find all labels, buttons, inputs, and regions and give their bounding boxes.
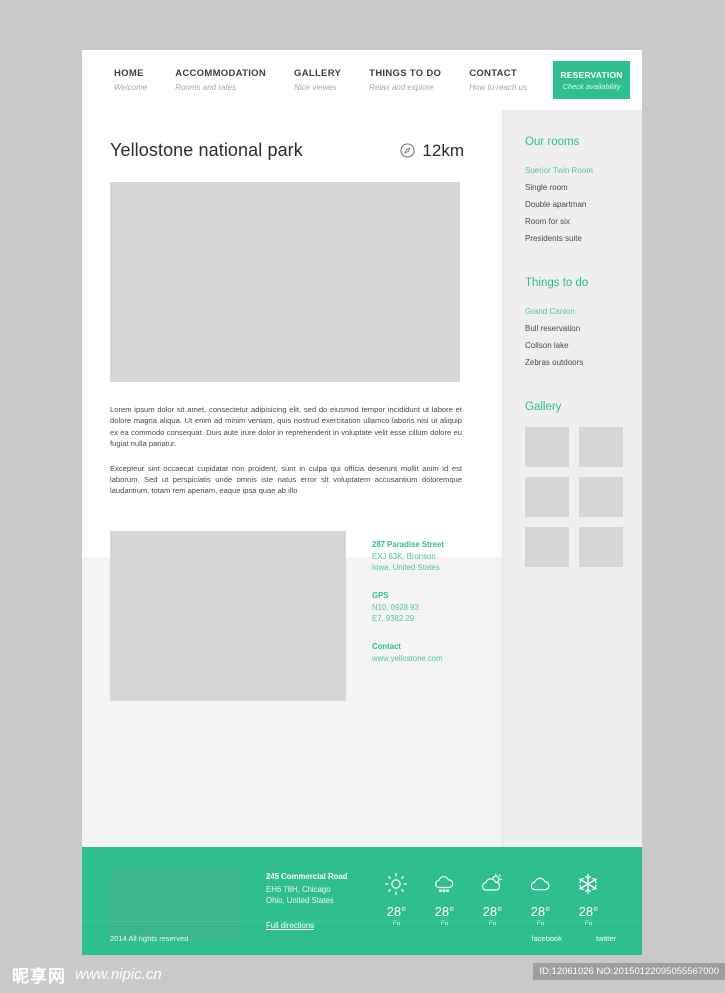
sidebar-things-list: Grand Canion Bull reservation Collson la… bbox=[525, 303, 642, 371]
sidebar-item-room-for-six[interactable]: Room for six bbox=[525, 213, 642, 230]
nav-item-subtitle: Relax and explore bbox=[369, 82, 434, 92]
nav-item-accommodation[interactable]: ACCOMMODATION Rooms and rates bbox=[161, 67, 280, 94]
nav-item-subtitle: Rooms and rates bbox=[175, 82, 237, 92]
sidebar-item-zebras-outdoors[interactable]: Zebras outdoors bbox=[525, 354, 642, 371]
sidebar-things-title: Things to do bbox=[525, 277, 589, 289]
social-links: facebook twitter bbox=[532, 934, 616, 943]
rain-cloud-icon bbox=[427, 871, 461, 897]
watermark-url: www.nipic.cn bbox=[75, 965, 162, 983]
gallery-thumbnail[interactable] bbox=[579, 527, 623, 567]
sidebar-rooms-list: Suerior Twin Room Single room Double apa… bbox=[525, 162, 642, 247]
site-footer: 245 Commercial Road EH6 78H, Chicago Ohi… bbox=[82, 847, 642, 955]
hero-image-placeholder bbox=[110, 182, 460, 382]
watermark-id: ID:12061026 NO:20150122095055567000 bbox=[533, 963, 725, 980]
contact-street: 287 Paradise Street bbox=[372, 539, 444, 549]
main-navigation: HOME Welcome ACCOMMODATION Rooms and rat… bbox=[82, 50, 642, 110]
nav-item-subtitle: Nice viewes bbox=[294, 82, 337, 92]
page-header: Yellostone national park 12km bbox=[82, 110, 502, 161]
gallery-thumbnail[interactable] bbox=[525, 527, 569, 567]
distance-indicator: 12km bbox=[400, 141, 464, 161]
copyright-text: 2014 All rights reserved bbox=[110, 934, 189, 943]
weather-temperature: 28° bbox=[386, 904, 407, 919]
partly-cloudy-icon bbox=[475, 871, 509, 897]
twitter-link[interactable]: twitter bbox=[596, 934, 616, 943]
sidebar-item-superior-twin-room[interactable]: Suerior Twin Room bbox=[525, 162, 642, 179]
compass-icon bbox=[400, 143, 415, 158]
facebook-link[interactable]: facebook bbox=[532, 934, 562, 943]
gallery-thumbnail[interactable] bbox=[525, 477, 569, 517]
watermark-logo: 昵享网 bbox=[12, 966, 66, 987]
gallery-thumbnail[interactable] bbox=[579, 427, 623, 467]
nav-item-home[interactable]: HOME Welcome bbox=[100, 67, 161, 94]
gallery-thumbnail[interactable] bbox=[525, 427, 569, 467]
nav-item-gallery[interactable]: GALLERY Nice viewes bbox=[280, 67, 355, 94]
sidebar-gallery-title: Gallery bbox=[525, 401, 562, 413]
weather-temperature: 28° bbox=[434, 904, 455, 919]
nav-item-title: THINGS TO DO bbox=[369, 67, 442, 79]
reservation-button-subtitle: Check availability bbox=[562, 81, 621, 91]
footer-address-line-2: EH6 78H, Chicago bbox=[266, 884, 331, 894]
footer-bottom-bar: 2014 All rights reserved facebook twitte… bbox=[82, 921, 642, 955]
website-page: HOME Welcome ACCOMMODATION Rooms and rat… bbox=[82, 50, 642, 955]
gallery-thumbnail[interactable] bbox=[579, 477, 623, 517]
sidebar-rooms-block: Our rooms Suerior Twin Room Single room … bbox=[525, 136, 642, 247]
page-body: Yellostone national park 12km Lorem ipsu… bbox=[82, 110, 642, 847]
page-title: Yellostone national park bbox=[110, 140, 303, 160]
nav-item-title: HOME bbox=[114, 67, 144, 79]
nav-item-subtitle: Welcome bbox=[114, 82, 148, 92]
nav-item-list: HOME Welcome ACCOMMODATION Rooms and rat… bbox=[100, 67, 541, 94]
sidebar-item-double-apartman[interactable]: Double apartman bbox=[525, 196, 642, 213]
footer-address-line-3: Ohio, United States bbox=[266, 896, 334, 905]
nav-item-title: GALLERY bbox=[294, 67, 342, 79]
contact-address-line-2: EXJ 83K, Bronson bbox=[372, 551, 436, 561]
sun-icon bbox=[379, 871, 413, 897]
gallery-thumbnail-grid bbox=[525, 427, 642, 567]
nav-item-title: CONTACT bbox=[469, 67, 518, 79]
sidebar-item-collson-lake[interactable]: Collson lake bbox=[525, 337, 642, 354]
nav-item-things-to-do[interactable]: THINGS TO DO Relax and explore bbox=[355, 67, 455, 94]
weather-temperature: 28° bbox=[530, 904, 551, 919]
snowflake-icon bbox=[571, 871, 605, 897]
sidebar-item-grand-canion[interactable]: Grand Canion bbox=[525, 303, 642, 320]
nav-item-title: ACCOMMODATION bbox=[175, 67, 266, 79]
nav-item-subtitle: How to reach us bbox=[469, 82, 527, 92]
contact-address-line-3: Iowa, United States bbox=[372, 563, 440, 573]
contact-section: 287 Paradise Street EXJ 83K, Bronson Iow… bbox=[82, 497, 502, 701]
sidebar: Our rooms Suerior Twin Room Single room … bbox=[502, 110, 642, 847]
contact-details: 287 Paradise Street EXJ 83K, Bronson Iow… bbox=[372, 531, 444, 701]
cloud-icon bbox=[523, 871, 557, 897]
reservation-button-label: RESERVATION bbox=[560, 69, 623, 80]
sidebar-item-presidents-suite[interactable]: Presidents suite bbox=[525, 230, 642, 247]
body-paragraph-1: Lorem ipsum dolor sit amet, consectetur … bbox=[110, 405, 462, 449]
sidebar-item-bull-reservation[interactable]: Bull reservation bbox=[525, 320, 642, 337]
reservation-button[interactable]: RESERVATION Check availability bbox=[553, 61, 630, 99]
nav-item-contact[interactable]: CONTACT How to reach us bbox=[455, 67, 541, 94]
gps-latitude: N10, 0928 93 bbox=[372, 602, 419, 612]
sidebar-gallery-block: Gallery bbox=[525, 401, 642, 567]
gps-longitude: E7, 9382 29 bbox=[372, 614, 415, 624]
footer-street: 245 Commercial Road bbox=[266, 872, 348, 881]
sidebar-things-block: Things to do Grand Canion Bull reservati… bbox=[525, 277, 642, 371]
body-paragraph-2: Excepteur sint occaecat cupidatat non pr… bbox=[110, 463, 462, 496]
sidebar-rooms-title: Our rooms bbox=[525, 136, 580, 148]
distance-value: 12km bbox=[422, 140, 464, 160]
weather-temperature: 28° bbox=[578, 904, 599, 919]
website-link[interactable]: www.yellostone.com bbox=[372, 653, 444, 665]
watermark-bar: 昵享网 www.nipic.cn ID:12061026 NO:20150122… bbox=[0, 955, 725, 993]
weather-temperature: 28° bbox=[482, 904, 503, 919]
sidebar-item-single-room[interactable]: Single room bbox=[525, 179, 642, 196]
gps-label: GPS bbox=[372, 590, 389, 600]
contact-label: Contact bbox=[372, 641, 402, 651]
contact-map-placeholder bbox=[110, 530, 346, 701]
main-content-column: Yellostone national park 12km Lorem ipsu… bbox=[82, 110, 502, 847]
